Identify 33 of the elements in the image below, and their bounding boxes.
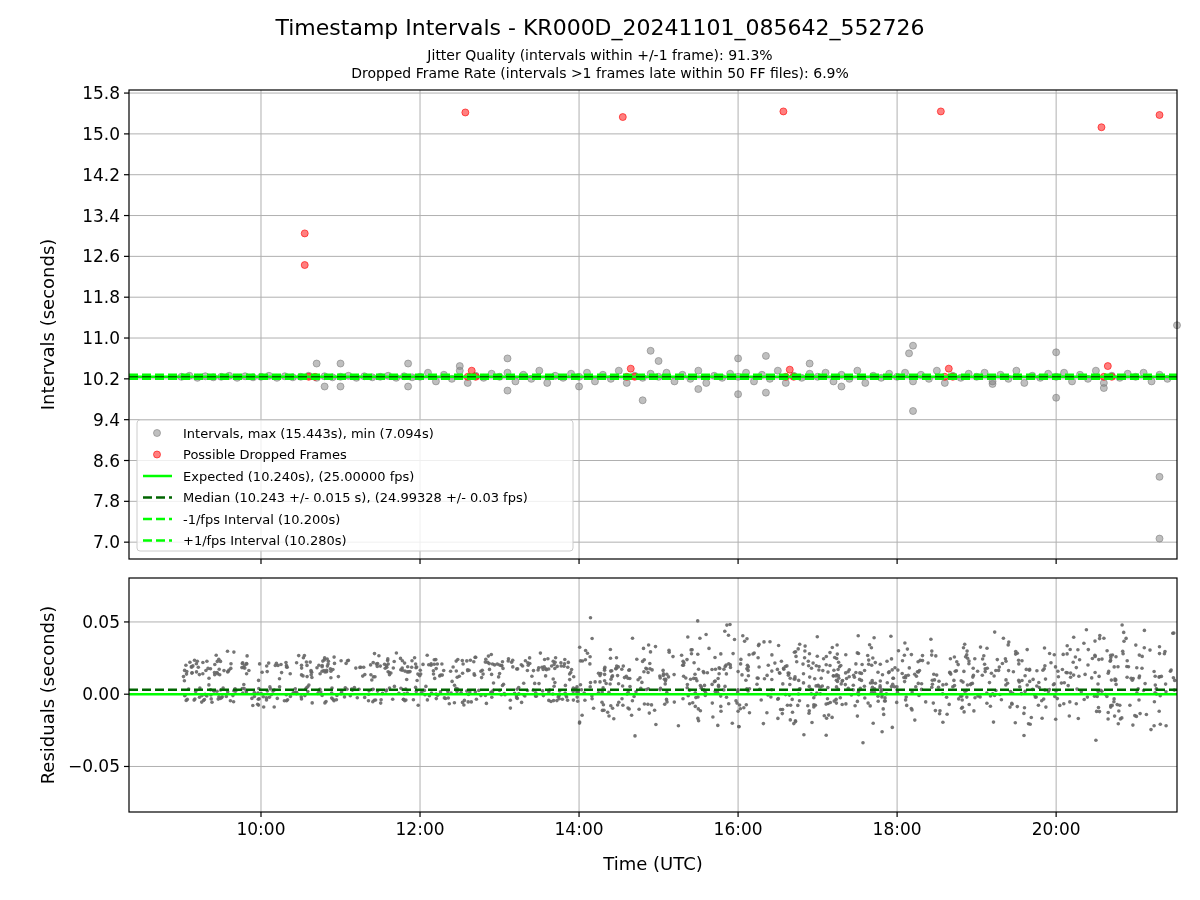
- figure-subtitle: Jitter Quality (intervals within +/-1 frame): 91.3%: [427, 46, 773, 64]
- y-tick-label: 9.4: [92, 409, 120, 430]
- y-tick-label: 15.8: [82, 83, 120, 104]
- y-tick-label: 12.6: [82, 246, 120, 267]
- x-tick-label: 14:00: [554, 819, 604, 839]
- x-tick-label: 18:00: [872, 819, 922, 839]
- legend-label: Possible Dropped Frames: [183, 447, 347, 462]
- y-tick-label: 7.8: [92, 491, 120, 512]
- y-tick-label: 8.6: [92, 450, 120, 471]
- y-tick-label: 7.0: [92, 532, 120, 553]
- y-tick-label: 15.0: [82, 123, 120, 144]
- x-tick-label: 12:00: [395, 819, 445, 839]
- figure-title: Timestamp Intervals - KR000D_20241101_085642_552726: [275, 14, 925, 42]
- y-tick-label: 0.00: [82, 684, 120, 705]
- y-axis-label: Intervals (seconds): [37, 238, 58, 411]
- legend-label: Intervals, max (15.443s), min (7.094s): [183, 425, 434, 441]
- y-tick-label: 10.2: [82, 368, 120, 389]
- y-tick-label: 11.8: [82, 287, 120, 308]
- legend-label: Median (10.243 +/- 0.015 s), (24.99328 +/- 0.03 fps): [183, 490, 528, 505]
- x-tick-label: 10:00: [236, 819, 286, 839]
- x-tick-label: 20:00: [1031, 819, 1081, 839]
- y-axis-label: Residuals (seconds): [37, 605, 58, 785]
- y-tick-label: 0.05: [82, 611, 120, 632]
- x-tick-label: 16:00: [713, 819, 763, 839]
- y-tick-label: 14.2: [82, 164, 120, 185]
- legend-label: -1/fps Interval (10.200s): [183, 511, 341, 527]
- legend-label: +1/fps Interval (10.280s): [183, 533, 347, 548]
- y-tick-label: 13.4: [82, 205, 120, 226]
- legend-label: Expected (10.240s), (25.00000 fps): [183, 468, 415, 484]
- figure-subtitle: Dropped Frame Rate (intervals >1 frames late within 50 FF files): 6.9%: [351, 64, 849, 82]
- y-tick-label: 11.0: [82, 328, 120, 348]
- y-tick-label: −0.05: [67, 756, 120, 777]
- x-axis-label: Time (UTC): [603, 853, 703, 874]
